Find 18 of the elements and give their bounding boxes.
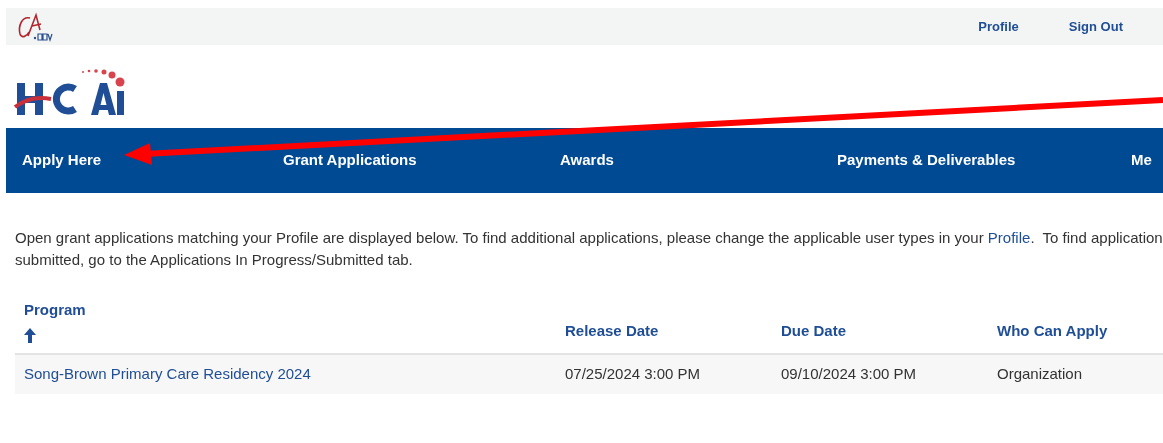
table-cell: 09/10/2024 3:00 PM bbox=[781, 365, 917, 382]
nav-item[interactable]: Apply Here bbox=[6, 149, 283, 172]
column-header[interactable]: Program bbox=[24, 299, 556, 322]
table-cell: 07/25/2024 3:00 PM bbox=[565, 365, 701, 382]
top-link[interactable]: Sign Out bbox=[1068, 16, 1123, 37]
top-link[interactable]: Profile bbox=[978, 16, 1019, 37]
intro-paragraph: Open grant applications matching your Profile are displayed below. To find additional applications, please change the applicable user types in your Profile. To find application submitted, go to the Applications In Progress/Submitted tab. bbox=[15, 228, 1163, 270]
profile-link[interactable]: Profile bbox=[987, 229, 1031, 246]
nav-item[interactable]: Grant Applications bbox=[283, 149, 560, 172]
column-header[interactable]: Who Can Apply bbox=[997, 320, 1163, 343]
program-link[interactable]: Song-Brown Primary Care Residency 2024 bbox=[24, 365, 311, 382]
table-cell: Organization bbox=[997, 365, 1083, 382]
nav-item[interactable]: Payments & Deliverables bbox=[837, 149, 1131, 172]
sort-up-icon[interactable] bbox=[24, 327, 36, 343]
nav-item[interactable]: Awards bbox=[560, 149, 837, 172]
column-header[interactable]: Due Date bbox=[781, 320, 988, 343]
nav-item[interactable]: Me bbox=[1131, 149, 1152, 172]
column-header[interactable]: Release Date bbox=[565, 320, 772, 343]
